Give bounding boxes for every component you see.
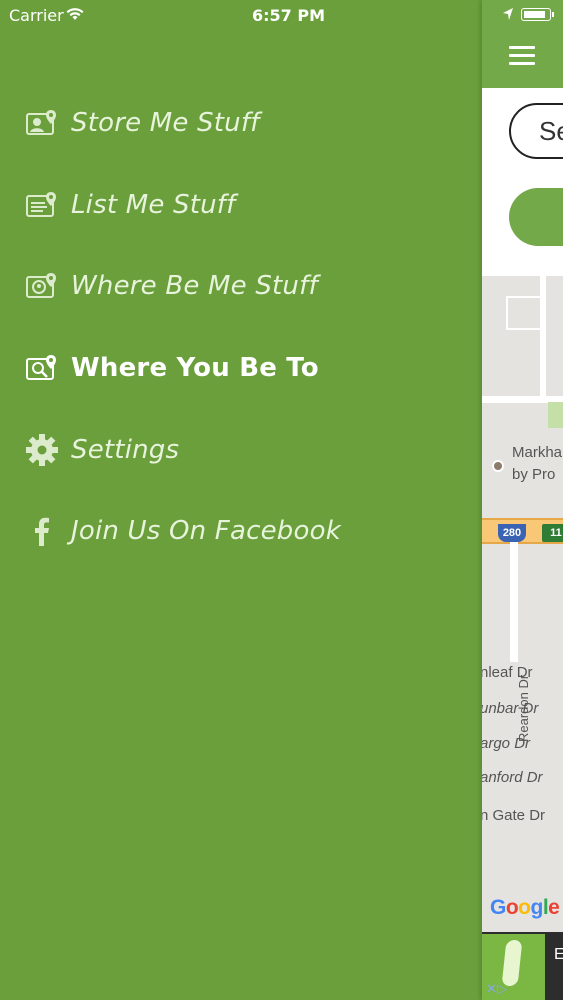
menu-item-list-me-stuff[interactable]: List Me Stuff xyxy=(25,185,236,225)
menu-item-label: Store Me Stuff xyxy=(71,108,260,138)
map-label: Reardon Dr xyxy=(516,674,531,742)
map-label: Markha xyxy=(512,444,563,461)
battery-level xyxy=(524,11,545,18)
gear-icon xyxy=(25,433,59,467)
location-arrow-icon xyxy=(502,6,514,25)
highway-shield: 11 xyxy=(542,524,563,542)
menu-item-settings[interactable]: Settings xyxy=(25,430,179,470)
carrier-label: Carrier xyxy=(9,6,64,25)
highway-shield: 280 xyxy=(498,524,526,542)
ad-close-icon[interactable]: ✕▷ xyxy=(486,982,507,997)
map-poi-marker-icon xyxy=(492,460,504,472)
google-attribution-logo: Google xyxy=(490,896,560,919)
ad-banner[interactable]: E ✕▷ xyxy=(482,932,563,1000)
map-label: by Pro xyxy=(512,466,556,483)
map-label: anford Dr xyxy=(482,769,543,786)
menu-item-label: Settings xyxy=(71,435,180,465)
store-location-icon xyxy=(25,106,59,140)
map-search-icon xyxy=(25,351,59,385)
map-road xyxy=(510,542,518,662)
facebook-icon xyxy=(25,514,59,548)
ad-text: E xyxy=(554,946,563,963)
menu-item-label: Where You Be To xyxy=(71,353,319,383)
find-stuff-icon xyxy=(25,269,59,303)
menu-item-where-you-be-to[interactable]: Where You Be To xyxy=(25,348,319,388)
status-time: 6:57 PM xyxy=(252,6,326,25)
wifi-icon xyxy=(66,6,84,25)
map-road xyxy=(540,272,546,396)
status-bar: Carrier 6:57 PM xyxy=(0,0,563,30)
search-button[interactable] xyxy=(509,188,563,246)
menu-item-label: Join Us On Facebook xyxy=(71,516,341,546)
map-road xyxy=(506,296,544,330)
menu-item-label: List Me Stuff xyxy=(71,190,236,220)
battery-icon xyxy=(521,8,554,21)
list-location-icon xyxy=(25,188,59,222)
map-label: n Gate Dr xyxy=(482,807,546,824)
map-view[interactable]: Markha by Pro 280 11 nleaf Dr unbar Dr a… xyxy=(482,272,563,932)
side-menu: Store Me Stuff List Me Stuff Where Be Me… xyxy=(0,0,482,1000)
main-content-panel[interactable]: Se Markha by Pro 280 11 nleaf Dr unbar D… xyxy=(482,0,563,1000)
search-input[interactable]: Se xyxy=(509,103,563,159)
menu-item-where-be-me-stuff[interactable]: Where Be Me Stuff xyxy=(25,266,318,306)
map-road xyxy=(482,272,563,276)
menu-item-store-me-stuff[interactable]: Store Me Stuff xyxy=(25,103,260,143)
hamburger-menu-icon[interactable] xyxy=(509,46,535,65)
menu-item-join-facebook[interactable]: Join Us On Facebook xyxy=(25,511,341,551)
map-park xyxy=(548,402,563,428)
menu-item-label: Where Be Me Stuff xyxy=(71,271,318,301)
